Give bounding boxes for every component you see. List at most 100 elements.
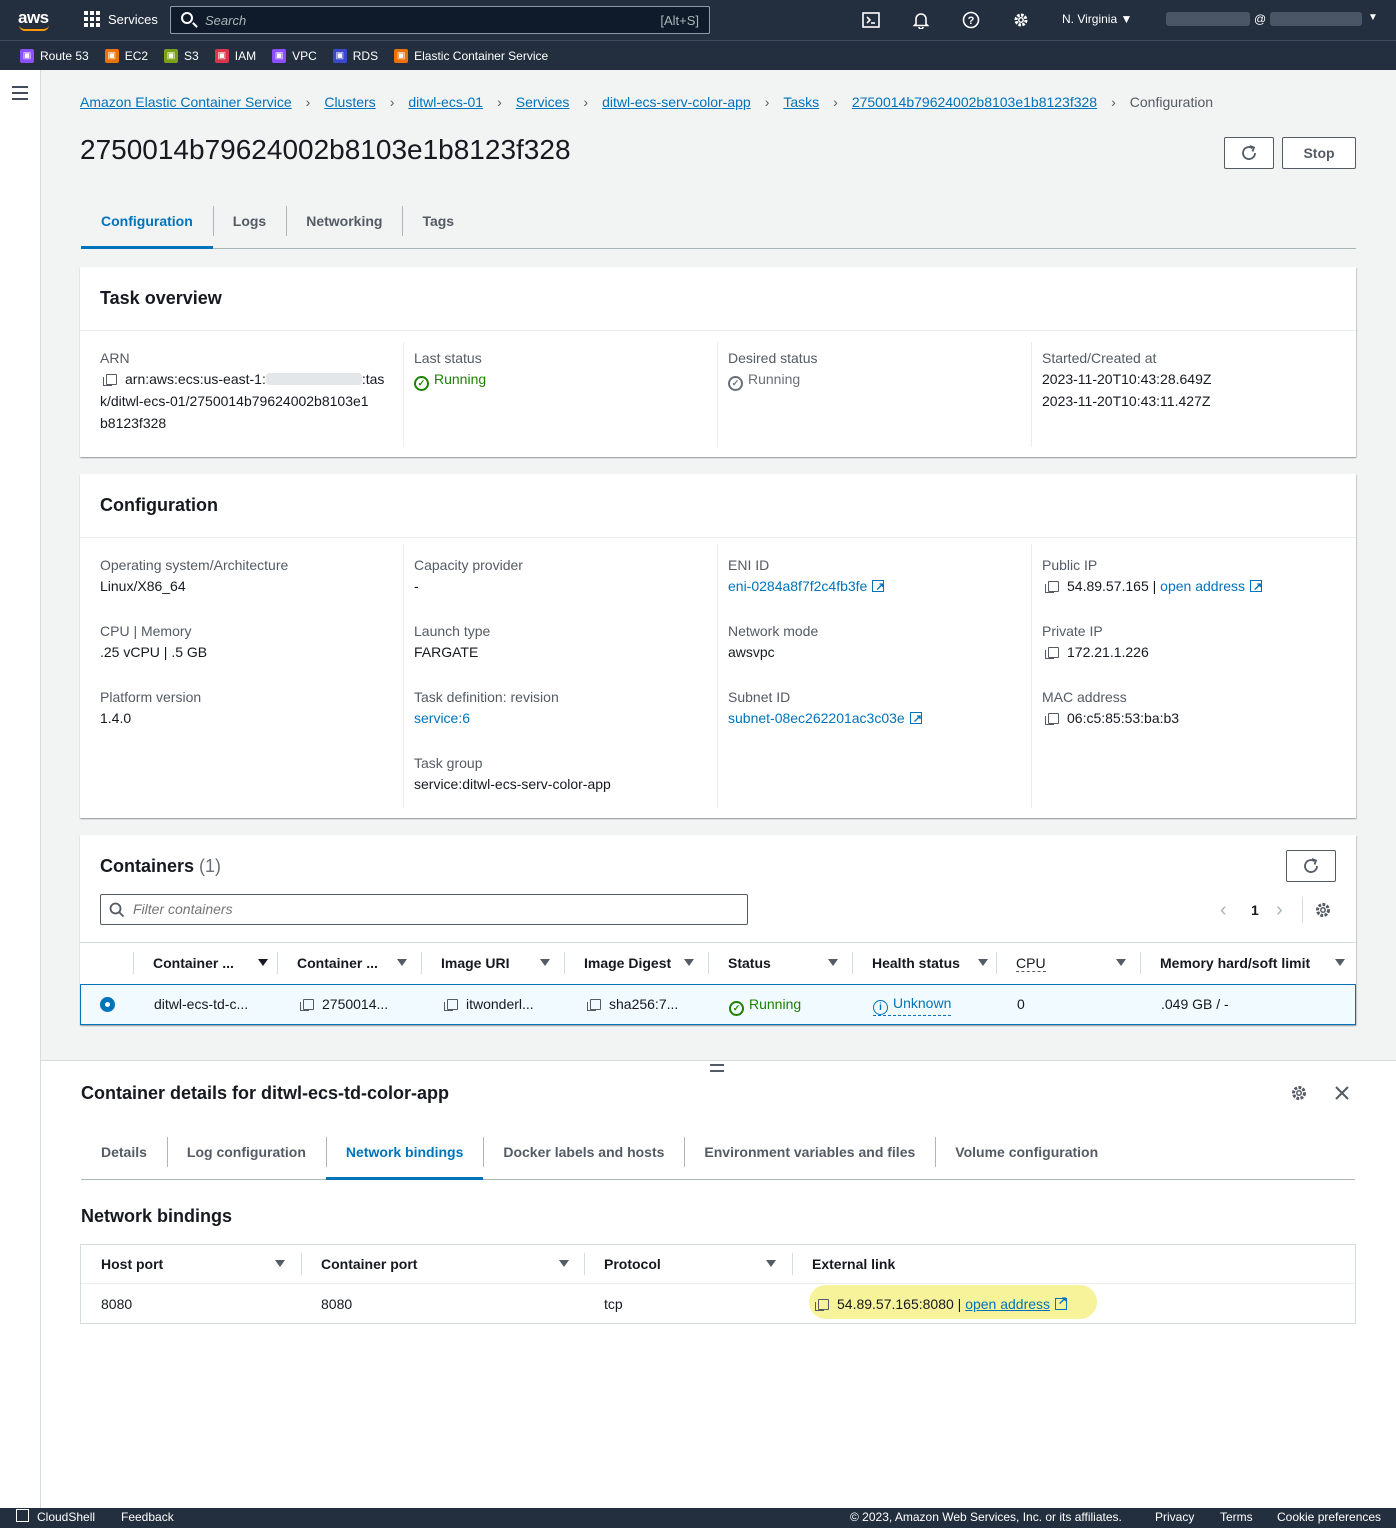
sort-caret-icon[interactable]: [258, 959, 268, 966]
sort-caret-icon[interactable]: [559, 1260, 569, 1267]
column-header[interactable]: Image Digest: [584, 955, 671, 971]
table-row[interactable]: ditwl-ecs-td-c... 2750014... itwonderl..…: [80, 984, 1356, 1025]
breadcrumb-link[interactable]: Tasks: [783, 94, 819, 110]
breadcrumb-link[interactable]: Services: [516, 94, 570, 110]
sort-caret-icon[interactable]: [828, 959, 838, 966]
container-count: (1): [199, 856, 222, 876]
settings-gear-icon[interactable]: [1290, 1084, 1308, 1102]
cloudshell-icon[interactable]: [861, 10, 881, 30]
services-menu[interactable]: Services: [84, 11, 158, 27]
tab-networking[interactable]: Networking: [286, 194, 402, 248]
copy-icon[interactable]: [1045, 713, 1059, 725]
external-link-icon[interactable]: [1055, 1294, 1067, 1310]
aws-logo[interactable]: aws: [18, 8, 49, 31]
close-icon[interactable]: [1334, 1085, 1350, 1101]
cpu-memory-value: .25 vCPU | .5 GB: [100, 644, 208, 660]
tab-logs[interactable]: Logs: [212, 194, 286, 248]
column-header[interactable]: Status: [728, 955, 771, 971]
copy-icon[interactable]: [1045, 581, 1059, 593]
favorite-ecs[interactable]: ▣ Elastic Container Service: [394, 48, 548, 63]
copy-icon[interactable]: [1045, 647, 1059, 659]
favorite-rds[interactable]: ▣ RDS: [332, 48, 378, 63]
terms-link[interactable]: Terms: [1220, 1510, 1253, 1524]
chevron-right-icon: ›: [305, 94, 311, 110]
tab-environment-variables[interactable]: Environment variables and files: [684, 1125, 935, 1179]
copy-icon[interactable]: [103, 374, 117, 386]
column-header[interactable]: External link: [812, 1256, 895, 1272]
search-input[interactable]: [205, 11, 625, 29]
tab-docker-labels[interactable]: Docker labels and hosts: [483, 1125, 684, 1179]
feedback-link[interactable]: Feedback: [121, 1510, 174, 1524]
cloudshell-link[interactable]: CloudShell: [37, 1510, 95, 1524]
sort-caret-icon[interactable]: [540, 959, 550, 966]
copy-icon[interactable]: [815, 1299, 829, 1311]
external-link-icon[interactable]: [872, 576, 885, 598]
subnet-link[interactable]: subnet-08ec262201ac3c03e: [728, 710, 905, 726]
open-address-link[interactable]: open address: [965, 1296, 1050, 1312]
column-header[interactable]: Health status: [872, 955, 960, 971]
breadcrumb-link[interactable]: ditwl-ecs-serv-color-app: [602, 94, 751, 110]
tab-details[interactable]: Details: [81, 1125, 167, 1179]
privacy-link[interactable]: Privacy: [1155, 1510, 1194, 1524]
favorite-ec2[interactable]: ▣ EC2: [104, 48, 148, 63]
open-address-link[interactable]: open address: [1160, 578, 1245, 594]
task-definition-link[interactable]: service:6: [414, 707, 728, 729]
column-header[interactable]: Container ...: [153, 955, 234, 971]
region-selector[interactable]: N. Virginia ▼: [1062, 12, 1132, 26]
external-link-icon[interactable]: [1250, 576, 1262, 598]
copy-icon[interactable]: [300, 999, 314, 1011]
filter-containers-input[interactable]: [133, 901, 733, 917]
column-header[interactable]: Image URI: [441, 955, 509, 971]
column-header[interactable]: Protocol: [604, 1256, 661, 1272]
copy-icon[interactable]: [444, 999, 458, 1011]
sort-caret-icon[interactable]: [978, 959, 988, 966]
stop-button[interactable]: Stop: [1282, 137, 1356, 169]
tab-tags[interactable]: Tags: [402, 194, 474, 248]
settings-gear-icon[interactable]: [1011, 10, 1031, 30]
menu-icon[interactable]: [12, 86, 28, 104]
sort-caret-icon[interactable]: [1116, 959, 1126, 966]
sort-caret-icon[interactable]: [766, 1260, 776, 1267]
sort-caret-icon[interactable]: [275, 1260, 285, 1267]
copy-icon[interactable]: [587, 999, 601, 1011]
external-link-icon[interactable]: [909, 708, 922, 730]
favorite-s3[interactable]: ▣ S3: [164, 48, 199, 63]
tab-volume-configuration[interactable]: Volume configuration: [935, 1125, 1118, 1179]
breadcrumb-link[interactable]: Clusters: [324, 94, 375, 110]
breadcrumb-link[interactable]: ditwl-ecs-01: [408, 94, 483, 110]
favorite-route53[interactable]: ▣ Route 53: [20, 48, 89, 63]
resize-handle-icon[interactable]: [710, 1064, 724, 1072]
refresh-button[interactable]: [1286, 850, 1336, 882]
sort-caret-icon[interactable]: [1335, 959, 1345, 966]
page-number[interactable]: 1: [1251, 902, 1259, 918]
column-header[interactable]: Container ...: [297, 955, 378, 971]
sort-caret-icon[interactable]: [684, 959, 694, 966]
column-header[interactable]: Memory hard/soft limit: [1160, 955, 1310, 971]
chevron-left-icon[interactable]: ‹: [1220, 899, 1227, 922]
breadcrumb-link[interactable]: Amazon Elastic Container Service: [80, 94, 292, 110]
column-header[interactable]: CPU: [1016, 955, 1046, 972]
column-header[interactable]: Container port: [321, 1256, 417, 1272]
redacted-account-name: [1166, 12, 1250, 26]
health-status-link[interactable]: i Unknown: [873, 995, 952, 1016]
row-radio[interactable]: [100, 997, 115, 1012]
panel-title: Task overview: [100, 288, 222, 308]
column-header[interactable]: Host port: [101, 1256, 163, 1272]
favorite-iam[interactable]: ▣ IAM: [214, 48, 256, 63]
sort-caret-icon[interactable]: [397, 959, 407, 966]
tab-configuration[interactable]: Configuration: [81, 194, 213, 249]
favorite-vpc[interactable]: ▣ VPC: [272, 48, 317, 63]
chevron-right-icon[interactable]: ›: [1276, 899, 1283, 922]
eni-link[interactable]: eni-0284a8f7f2c4fb3fe: [728, 578, 867, 594]
settings-gear-icon[interactable]: [1314, 901, 1332, 919]
breadcrumb-link[interactable]: 2750014b79624002b8103e1b8123f328: [852, 94, 1097, 110]
account-menu[interactable]: @ ▼: [1166, 12, 1378, 28]
notifications-bell-icon[interactable]: [911, 10, 931, 30]
search-box[interactable]: [Alt+S]: [170, 6, 710, 34]
help-icon[interactable]: ?: [961, 10, 981, 30]
refresh-button[interactable]: [1224, 137, 1274, 169]
cookie-preferences-link[interactable]: Cookie preferences: [1277, 1510, 1381, 1524]
tab-log-configuration[interactable]: Log configuration: [166, 1125, 326, 1179]
filter-containers[interactable]: [100, 894, 748, 925]
tab-network-bindings[interactable]: Network bindings: [325, 1125, 484, 1180]
